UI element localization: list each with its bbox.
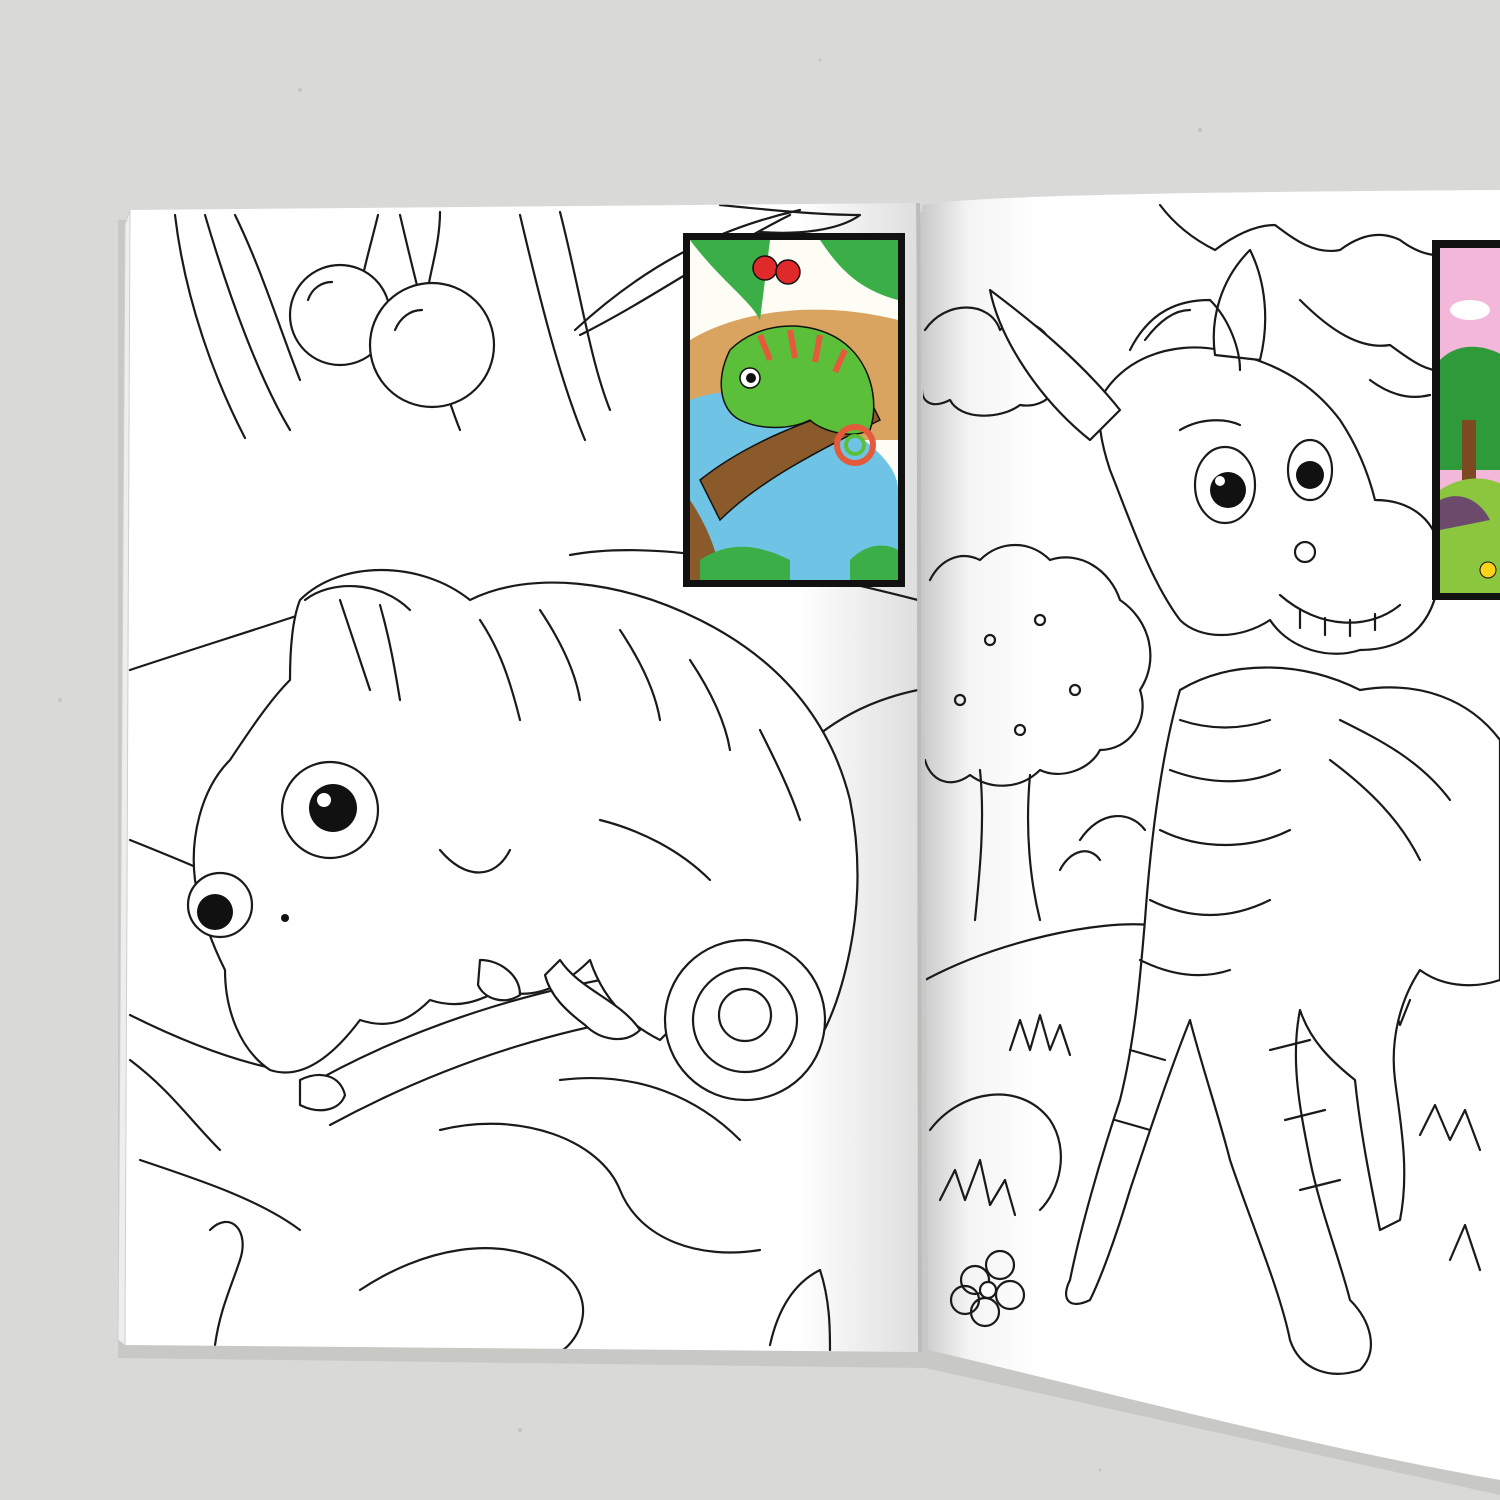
- cherry: [368, 281, 496, 409]
- zebra-pupil: [1210, 472, 1246, 508]
- reference-card-zebra: [1432, 240, 1500, 600]
- chameleon-pupil: [197, 894, 233, 930]
- left-page: [117, 203, 918, 1352]
- right-page: [922, 190, 1500, 1480]
- reference-card-chameleon: [683, 233, 905, 587]
- zebra-pupil: [1296, 461, 1324, 489]
- eye-highlight: [317, 793, 331, 807]
- eye-highlight: [1215, 476, 1225, 486]
- chameleon-tail: [663, 938, 827, 1102]
- chameleon-pupil: [309, 784, 357, 832]
- chameleon-nostril: [281, 914, 289, 922]
- coloring-book-photo: [0, 0, 1500, 1500]
